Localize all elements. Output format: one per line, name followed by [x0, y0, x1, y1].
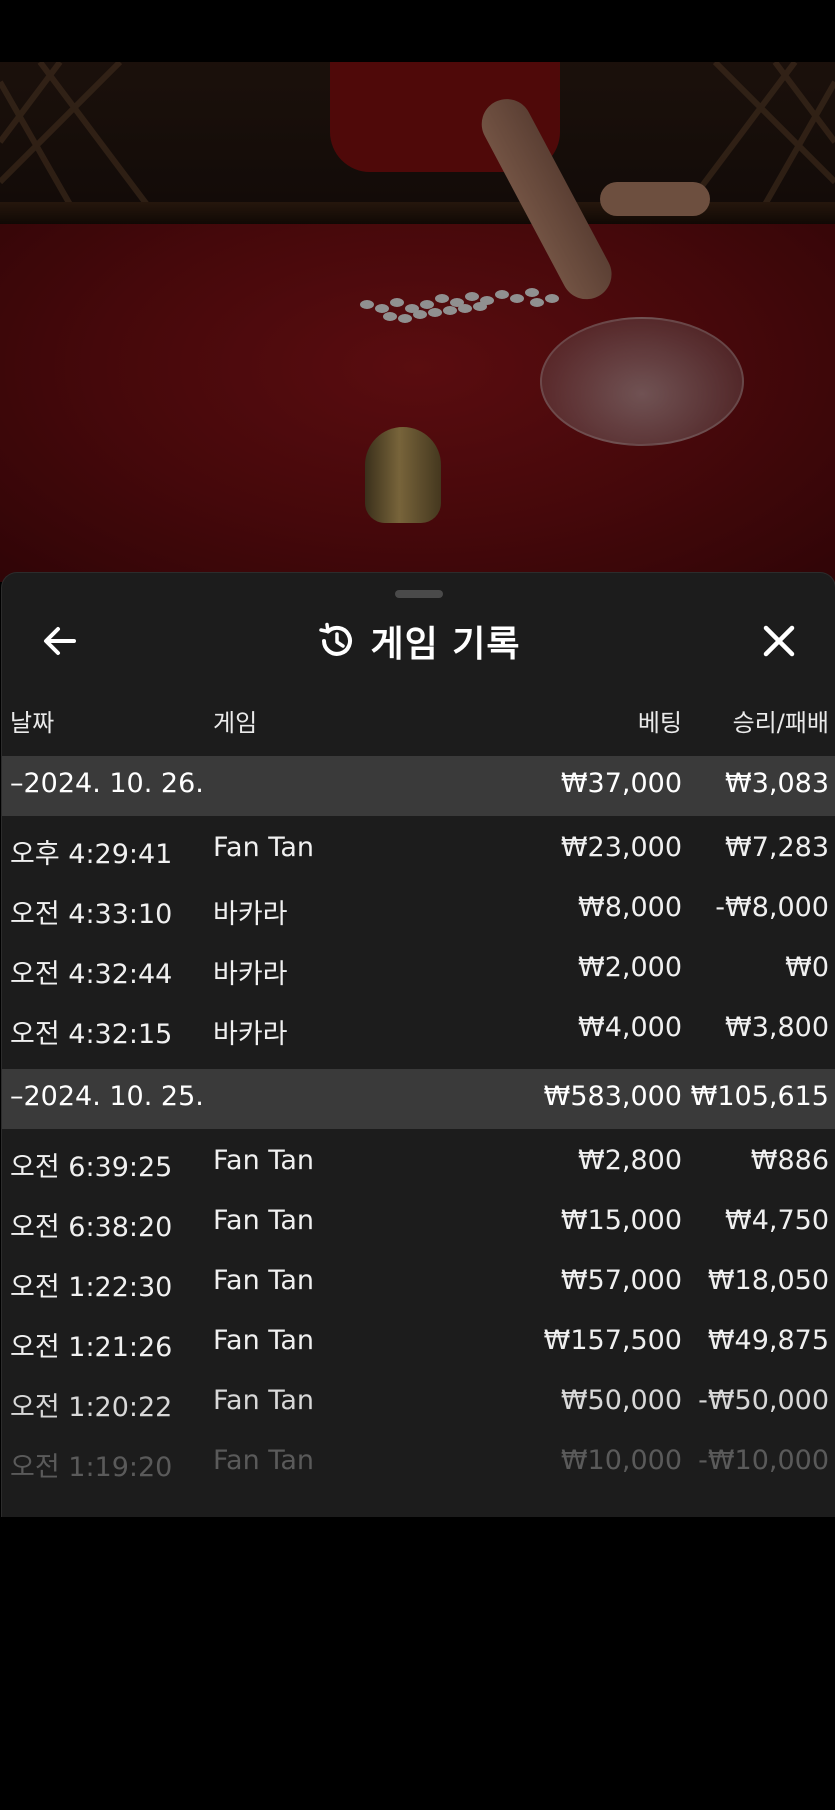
row-win-loss: ₩4,750	[725, 1205, 829, 1236]
live-video-stream	[0, 62, 835, 582]
row-bet: ₩8,000	[578, 892, 682, 923]
history-row[interactable]: 오전 4:32:44 바카라 ₩2,000 ₩0	[2, 936, 835, 996]
row-bet: ₩57,000	[560, 1265, 682, 1296]
column-header-win-loss: 승리/패배	[732, 709, 829, 737]
arrow-left-icon	[44, 627, 76, 655]
row-game: Fan Tan	[213, 1325, 314, 1356]
column-header-date: 날짜	[10, 709, 55, 737]
row-bet: ₩2,000	[578, 952, 682, 983]
group-win-loss-total: ₩105,615	[690, 1081, 829, 1112]
row-game: 바카라	[213, 1019, 288, 1050]
history-row[interactable]: 오전 4:32:15 바카라 ₩4,000 ₩3,800	[2, 996, 835, 1056]
row-win-loss: -₩50,000	[698, 1385, 829, 1416]
close-button[interactable]	[757, 619, 801, 663]
row-bet: ₩157,500	[543, 1325, 682, 1356]
row-game: Fan Tan	[213, 1205, 314, 1236]
history-row[interactable]: 오전 1:21:26 Fan Tan ₩157,500 ₩49,875	[2, 1309, 835, 1369]
row-time: 오전 4:32:15	[10, 1019, 173, 1050]
history-icon	[319, 622, 353, 656]
row-time: 오전 4:33:10	[10, 899, 173, 930]
history-row[interactable]: 오전 6:38:20 Fan Tan ₩15,000 ₩4,750	[2, 1189, 835, 1249]
row-win-loss: -₩8,000	[715, 892, 829, 923]
back-button[interactable]	[40, 621, 80, 661]
date-group-header[interactable]: –2024. 10. 25. ₩583,000 ₩105,615	[2, 1069, 835, 1129]
row-time: 오전 1:21:26	[10, 1332, 173, 1363]
row-win-loss: ₩49,875	[707, 1325, 829, 1356]
history-row[interactable]: 오전 1:20:22 Fan Tan ₩50,000 -₩50,000	[2, 1369, 835, 1429]
row-time: 오전 1:22:30	[10, 1272, 173, 1303]
drag-handle[interactable]	[395, 590, 443, 598]
group-win-loss-total: ₩3,083	[725, 768, 829, 799]
history-row[interactable]: 오전 6:39:25 Fan Tan ₩2,800 ₩886	[2, 1129, 835, 1189]
date-group-header[interactable]: –2024. 10. 26. ₩37,000 ₩3,083	[2, 756, 835, 816]
history-row[interactable]: 오전 1:19:20 Fan Tan ₩10,000 -₩10,000	[2, 1429, 835, 1489]
history-row[interactable]: 오전 4:33:10 바카라 ₩8,000 -₩8,000	[2, 876, 835, 936]
column-header-bet: 베팅	[637, 709, 682, 737]
row-time: 오전 1:20:22	[10, 1392, 173, 1423]
row-time: 오전 6:39:25	[10, 1152, 173, 1183]
row-game: 바카라	[213, 899, 288, 930]
row-game: Fan Tan	[213, 1445, 314, 1476]
row-win-loss: ₩0	[785, 952, 829, 983]
group-bet-total: ₩583,000	[543, 1081, 682, 1112]
history-row[interactable]: 오전 1:22:30 Fan Tan ₩57,000 ₩18,050	[2, 1249, 835, 1309]
row-win-loss: ₩3,800	[725, 1012, 829, 1043]
row-game: Fan Tan	[213, 1265, 314, 1296]
row-time: 오후 4:29:41	[10, 839, 173, 870]
row-bet: ₩10,000	[560, 1445, 682, 1476]
row-win-loss: -₩10,000	[698, 1445, 829, 1476]
group-bet-total: ₩37,000	[560, 768, 682, 799]
row-bet: ₩23,000	[560, 832, 682, 863]
sheet-header: 게임 기록	[2, 615, 835, 667]
row-win-loss: ₩886	[750, 1145, 829, 1176]
row-game: Fan Tan	[213, 832, 314, 863]
row-game: 바카라	[213, 959, 288, 990]
row-win-loss: ₩18,050	[707, 1265, 829, 1296]
row-win-loss: ₩7,283	[725, 832, 829, 863]
game-history-sheet: 게임 기록 날짜 게임 베팅 승리/패배 –2024. 10. 26. ₩37,…	[1, 572, 835, 1517]
row-game: Fan Tan	[213, 1145, 314, 1176]
history-row[interactable]: 오후 4:29:41 Fan Tan ₩23,000 ₩7,283	[2, 816, 835, 876]
column-header-row: 날짜 게임 베팅 승리/패배	[2, 703, 835, 747]
close-icon	[763, 625, 795, 657]
top-bar	[0, 0, 835, 62]
row-bet: ₩15,000	[560, 1205, 682, 1236]
group-date: –2024. 10. 26.	[10, 768, 204, 799]
row-time: 오전 4:32:44	[10, 959, 173, 990]
row-time: 오전 1:19:20	[10, 1452, 173, 1483]
row-bet: ₩50,000	[560, 1385, 682, 1416]
column-header-game: 게임	[213, 709, 258, 737]
row-time: 오전 6:38:20	[10, 1212, 173, 1243]
sheet-title: 게임 기록	[370, 624, 521, 665]
row-bet: ₩2,800	[578, 1145, 682, 1176]
group-date: –2024. 10. 25.	[10, 1081, 204, 1112]
row-game: Fan Tan	[213, 1385, 314, 1416]
row-bet: ₩4,000	[578, 1012, 682, 1043]
